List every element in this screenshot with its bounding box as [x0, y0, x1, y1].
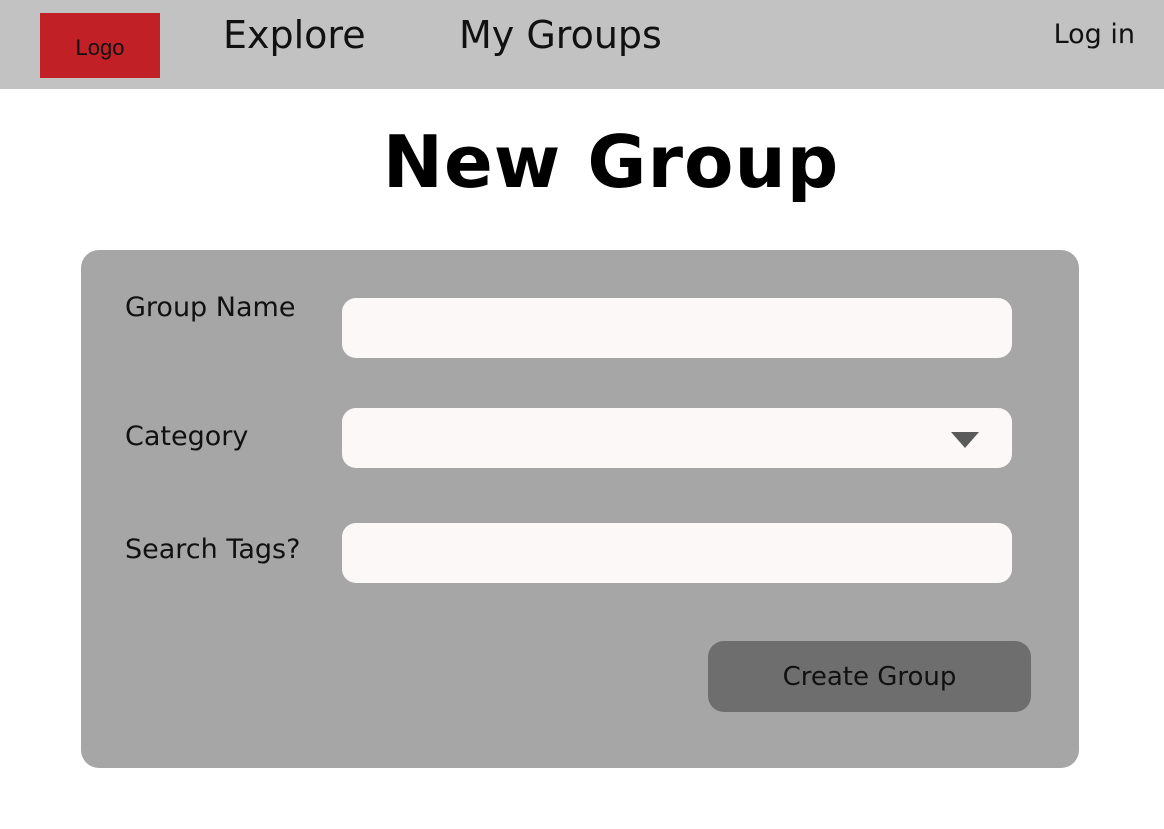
- logo[interactable]: Logo: [40, 13, 160, 78]
- chevron-down-icon[interactable]: [951, 432, 979, 448]
- create-group-button[interactable]: Create Group: [708, 641, 1031, 712]
- category-label: Category: [125, 421, 249, 452]
- group-name-input[interactable]: [342, 298, 1012, 358]
- search-tags-input[interactable]: [342, 523, 1012, 583]
- group-name-label: Group Name: [125, 292, 296, 323]
- page-title: New Group: [382, 120, 840, 204]
- search-tags-label: Search Tags?: [125, 534, 301, 565]
- nav-explore-link[interactable]: Explore: [223, 13, 366, 57]
- login-link[interactable]: Log in: [1054, 19, 1135, 50]
- top-navbar: Logo Explore My Groups Log in: [0, 0, 1164, 89]
- category-select[interactable]: [342, 408, 1012, 468]
- new-group-form: Group Name Category Search Tags? Create …: [81, 250, 1079, 768]
- nav-my-groups-link[interactable]: My Groups: [459, 13, 662, 57]
